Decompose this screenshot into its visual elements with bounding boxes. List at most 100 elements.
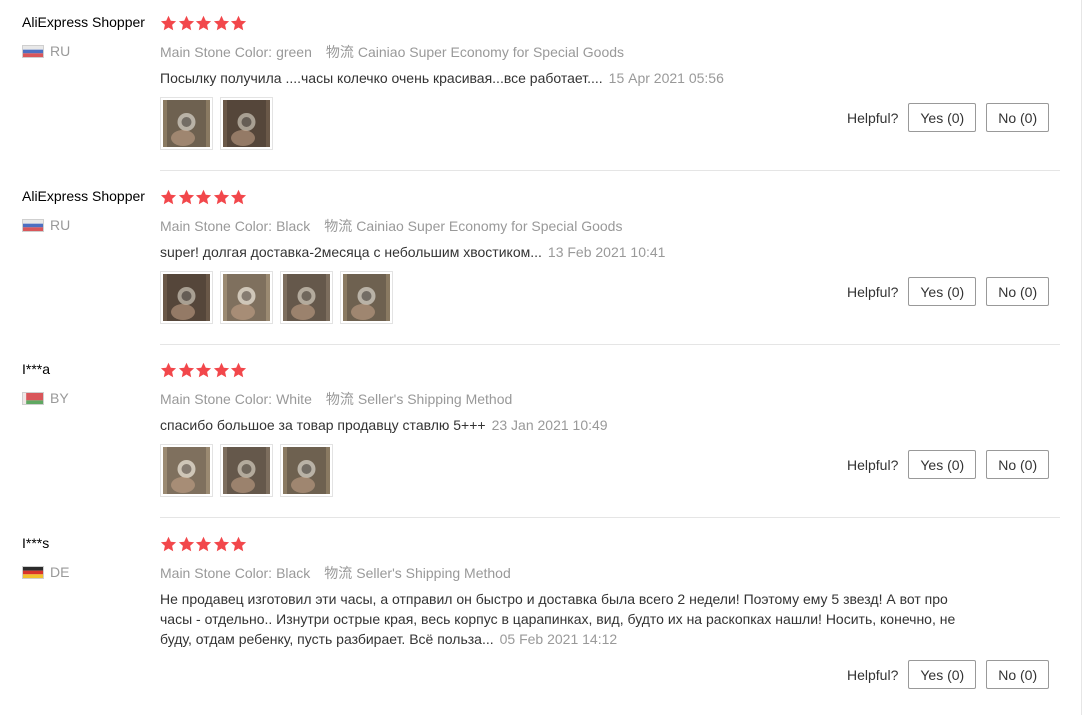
attr-value: White	[276, 391, 312, 407]
star-rating	[160, 536, 248, 553]
helpful-label: Helpful?	[847, 456, 899, 473]
shipping-value: Cainiao Super Economy for Special Goods	[357, 44, 625, 60]
helpful-yes-button[interactable]: Yes (0)	[908, 277, 977, 306]
star-icon	[230, 362, 247, 378]
review-photo-thumbnail[interactable]	[160, 444, 213, 497]
reviewer-name: AliExpress Shopper	[22, 14, 145, 30]
helpful-label: Helpful?	[847, 283, 899, 300]
country-code: RU	[50, 217, 71, 233]
review-photos	[160, 444, 340, 497]
review-photo-thumbnail[interactable]	[220, 444, 273, 497]
star-icon	[195, 189, 212, 205]
helpful-label: Helpful?	[847, 666, 899, 683]
review-divider	[160, 170, 1060, 171]
shipping-label: 物流	[324, 218, 353, 234]
review-divider	[160, 344, 1060, 345]
panel-right-border	[1081, 0, 1082, 715]
reviewer-country: RU	[22, 217, 70, 233]
photo-image	[283, 274, 330, 321]
review-item: I***s DE Main Stone Color: Black 物流 Seller'…	[0, 523, 1060, 715]
ru-flag-icon	[22, 44, 44, 58]
photo-image	[163, 100, 210, 147]
star-rating	[160, 362, 248, 379]
review-date: 23 Jan 2021 10:49	[491, 417, 608, 433]
attr-label: Main Stone Color:	[160, 391, 273, 407]
review-photo-thumbnail[interactable]	[220, 97, 273, 150]
country-code: DE	[50, 564, 70, 580]
star-icon	[213, 189, 229, 205]
star-icon	[160, 362, 177, 378]
helpful-no-button[interactable]: No (0)	[986, 660, 1050, 689]
attr-value: Black	[276, 218, 311, 234]
review-text: спасибо большое за товар продавцу ставлю…	[160, 415, 960, 435]
star-icon	[178, 189, 194, 205]
review-attributes: Main Stone Color: White 物流 Seller's Shippin…	[160, 389, 512, 409]
review-photo-thumbnail[interactable]	[160, 97, 213, 150]
photo-image	[163, 447, 210, 494]
helpful-no-button[interactable]: No (0)	[986, 103, 1050, 132]
review-photos	[160, 271, 400, 324]
photo-image	[223, 447, 270, 494]
shipping-label: 物流	[325, 44, 354, 60]
review-item: AliExpress Shopper RU Main Stone Color: g…	[0, 2, 1060, 176]
star-rating	[160, 189, 248, 206]
attr-value: green	[276, 44, 312, 60]
photo-image	[163, 274, 210, 321]
review-photo-thumbnail[interactable]	[220, 271, 273, 324]
review-date: 05 Feb 2021 14:12	[499, 631, 618, 647]
star-icon	[160, 15, 177, 31]
reviewer-name: AliExpress Shopper	[22, 188, 145, 204]
photo-image	[343, 274, 390, 321]
review-photo-thumbnail[interactable]	[160, 271, 213, 324]
review-photos	[160, 97, 280, 150]
review-text: Не продавец изготовил эти часы, а отправ…	[160, 589, 960, 649]
shipping-label: 物流	[324, 565, 353, 581]
helpful-yes-button[interactable]: Yes (0)	[908, 450, 977, 479]
star-icon	[195, 362, 212, 378]
review-date: 15 Apr 2021 05:56	[608, 70, 724, 86]
attr-value: Black	[276, 565, 311, 581]
star-icon	[160, 536, 177, 552]
star-icon	[230, 15, 247, 31]
review-comment: спасибо большое за товар продавцу ставлю…	[160, 417, 486, 433]
star-icon	[178, 536, 194, 552]
review-photo-thumbnail[interactable]	[280, 271, 333, 324]
de-flag-icon	[22, 565, 44, 579]
helpful-yes-button[interactable]: Yes (0)	[908, 103, 977, 132]
shipping-label: 物流	[325, 391, 354, 407]
review-photo-thumbnail[interactable]	[280, 444, 333, 497]
country-code: BY	[50, 390, 69, 406]
by-flag-icon	[22, 391, 44, 405]
shipping-value: Cainiao Super Economy for Special Goods	[356, 218, 623, 234]
review-divider	[160, 517, 1060, 518]
star-rating	[160, 15, 248, 32]
star-icon	[178, 15, 194, 31]
review-date: 13 Feb 2021 10:41	[547, 244, 666, 260]
review-item: AliExpress Shopper RU Main Stone Color: B…	[0, 176, 1060, 350]
star-icon	[213, 536, 229, 552]
helpful-bar: Helpful? Yes (0) No (0)	[847, 450, 1059, 479]
star-icon	[230, 189, 247, 205]
reviewer-country: RU	[22, 43, 70, 59]
star-icon	[160, 189, 177, 205]
photo-image	[223, 274, 270, 321]
helpful-bar: Helpful? Yes (0) No (0)	[847, 660, 1059, 689]
review-attributes: Main Stone Color: green 物流 Cainiao Super Ec…	[160, 42, 624, 62]
helpful-no-button[interactable]: No (0)	[986, 277, 1050, 306]
review-photo-thumbnail[interactable]	[340, 271, 393, 324]
helpful-bar: Helpful? Yes (0) No (0)	[847, 277, 1059, 306]
star-icon	[178, 362, 194, 378]
reviewer-country: DE	[22, 564, 69, 580]
attr-label: Main Stone Color:	[160, 44, 273, 60]
photo-image	[223, 100, 270, 147]
photo-image	[283, 447, 330, 494]
helpful-bar: Helpful? Yes (0) No (0)	[847, 103, 1059, 132]
star-icon	[213, 15, 229, 31]
review-comment: super! долгая доставка-2месяца с небольш…	[160, 244, 542, 260]
helpful-no-button[interactable]: No (0)	[986, 450, 1050, 479]
attr-label: Main Stone Color:	[160, 218, 273, 234]
helpful-yes-button[interactable]: Yes (0)	[908, 660, 977, 689]
shipping-value: Seller's Shipping Method	[356, 565, 511, 581]
review-attributes: Main Stone Color: Black 物流 Seller's Shippin…	[160, 563, 511, 583]
ru-flag-icon	[22, 218, 44, 232]
